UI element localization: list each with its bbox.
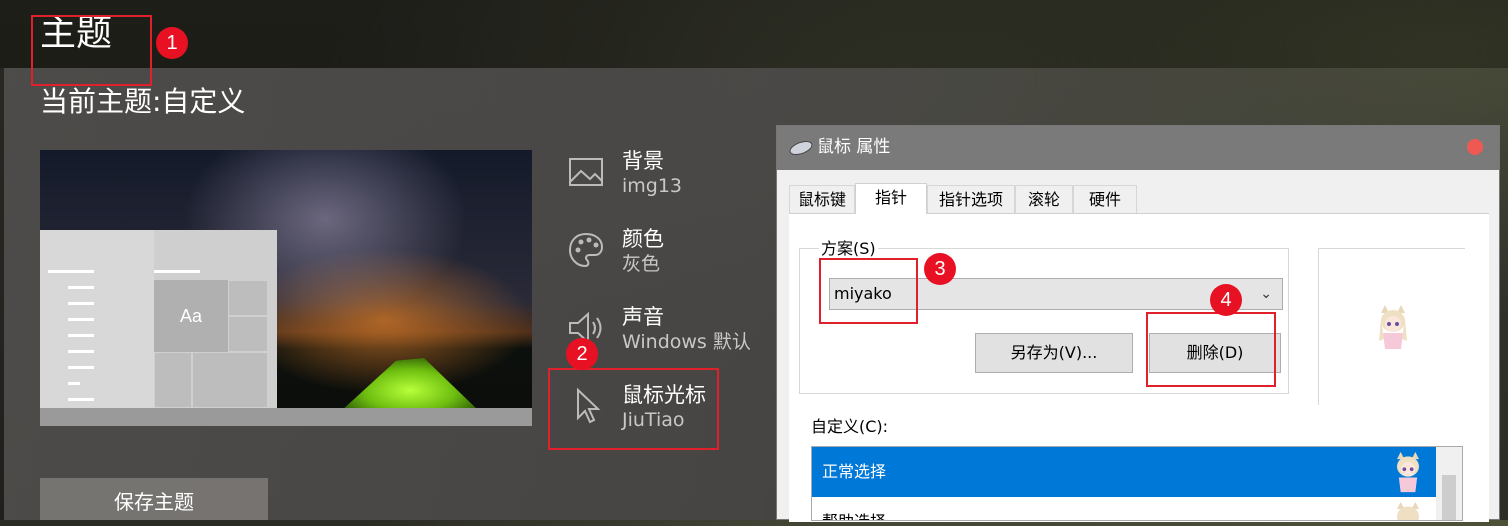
tab-buttons[interactable]: 鼠标键 — [789, 185, 855, 213]
mock-line — [68, 286, 94, 289]
image-icon — [569, 158, 603, 186]
customize-label: 自定义(C): — [811, 417, 889, 436]
mock-line — [68, 350, 94, 353]
tab-pointers[interactable]: 指针 — [855, 183, 927, 214]
list-item-normal-select[interactable]: 正常选择 — [812, 447, 1436, 497]
annotation-badge-2: 2 — [566, 338, 598, 370]
setting-mouse-cursor[interactable]: 鼠标光标 JiuTiao — [560, 382, 710, 442]
annotation-badge-4: 4 — [1210, 284, 1242, 316]
annotation-badge-3: 3 — [924, 253, 956, 285]
dialog-title: 鼠标 属性 — [817, 137, 891, 157]
anime-cursor-preview-icon — [1379, 305, 1407, 349]
annotation-box-4 — [1146, 312, 1276, 387]
mock-tile — [192, 352, 268, 408]
setting-label: 声音 — [622, 305, 664, 329]
save-as-button[interactable]: 另存为(V)... — [975, 333, 1133, 373]
setting-value: img13 — [622, 175, 683, 197]
setting-value: Windows 默认 — [622, 331, 751, 353]
annotation-box-1 — [31, 15, 152, 86]
cursor-thumbnail-icon — [1397, 451, 1419, 493]
save-theme-button[interactable]: 保存主题 — [40, 478, 268, 520]
preview-taskbar-mock — [40, 408, 532, 426]
mock-line — [48, 270, 94, 273]
setting-value: 灰色 — [622, 253, 661, 275]
list-item-help-select[interactable]: 帮助选择 — [812, 497, 1436, 520]
theme-preview: Aa — [40, 150, 532, 426]
chevron-down-icon: ⌄ — [1260, 286, 1272, 302]
scheme-label: 方案(S) — [819, 238, 878, 260]
mock-tile — [228, 280, 268, 316]
tab-wheel[interactable]: 滚轮 — [1015, 185, 1073, 213]
annotation-badge-1: 1 — [156, 27, 188, 59]
cursor-list: 正常选择 帮助选择 — [811, 446, 1463, 521]
list-item-label: 正常选择 — [822, 462, 887, 481]
preview-sidebar-mock — [40, 230, 154, 408]
setting-color[interactable]: 颜色 灰色 — [560, 226, 780, 286]
setting-label: 鼠标光标 — [622, 383, 706, 407]
mock-line — [68, 366, 94, 369]
tab-pointer-options[interactable]: 指针选项 — [927, 185, 1015, 213]
mock-tile — [228, 316, 268, 352]
mock-line — [68, 318, 94, 321]
preview-window-mock: Aa — [40, 230, 277, 408]
close-icon[interactable] — [1467, 139, 1483, 155]
setting-value: JiuTiao — [622, 409, 685, 431]
palette-icon — [568, 232, 604, 268]
setting-background[interactable]: 背景 img13 — [560, 148, 780, 208]
mock-line — [68, 398, 94, 401]
dialog-titlebar[interactable]: 鼠标 属性 — [777, 126, 1499, 170]
mock-line — [68, 382, 80, 385]
preview-sample-text: Aa — [154, 280, 228, 352]
scrollbar-thumb[interactable] — [1442, 475, 1456, 520]
cursor-preview-box — [1318, 248, 1465, 405]
current-theme-label: 当前主题:自定义 — [40, 85, 246, 118]
top-strip — [0, 0, 1508, 68]
annotation-box-3 — [819, 258, 918, 324]
list-scrollbar[interactable] — [1436, 447, 1462, 520]
mock-tile — [154, 352, 192, 408]
cursor-thumbnail-icon — [1397, 501, 1419, 520]
mock-line — [68, 302, 94, 305]
mouse-icon — [787, 138, 815, 158]
setting-label: 颜色 — [622, 227, 664, 251]
setting-label: 背景 — [622, 149, 664, 173]
tab-hardware[interactable]: 硬件 — [1073, 185, 1137, 213]
cursor-icon — [577, 387, 601, 424]
mock-line — [154, 270, 200, 273]
mock-line — [68, 334, 94, 337]
